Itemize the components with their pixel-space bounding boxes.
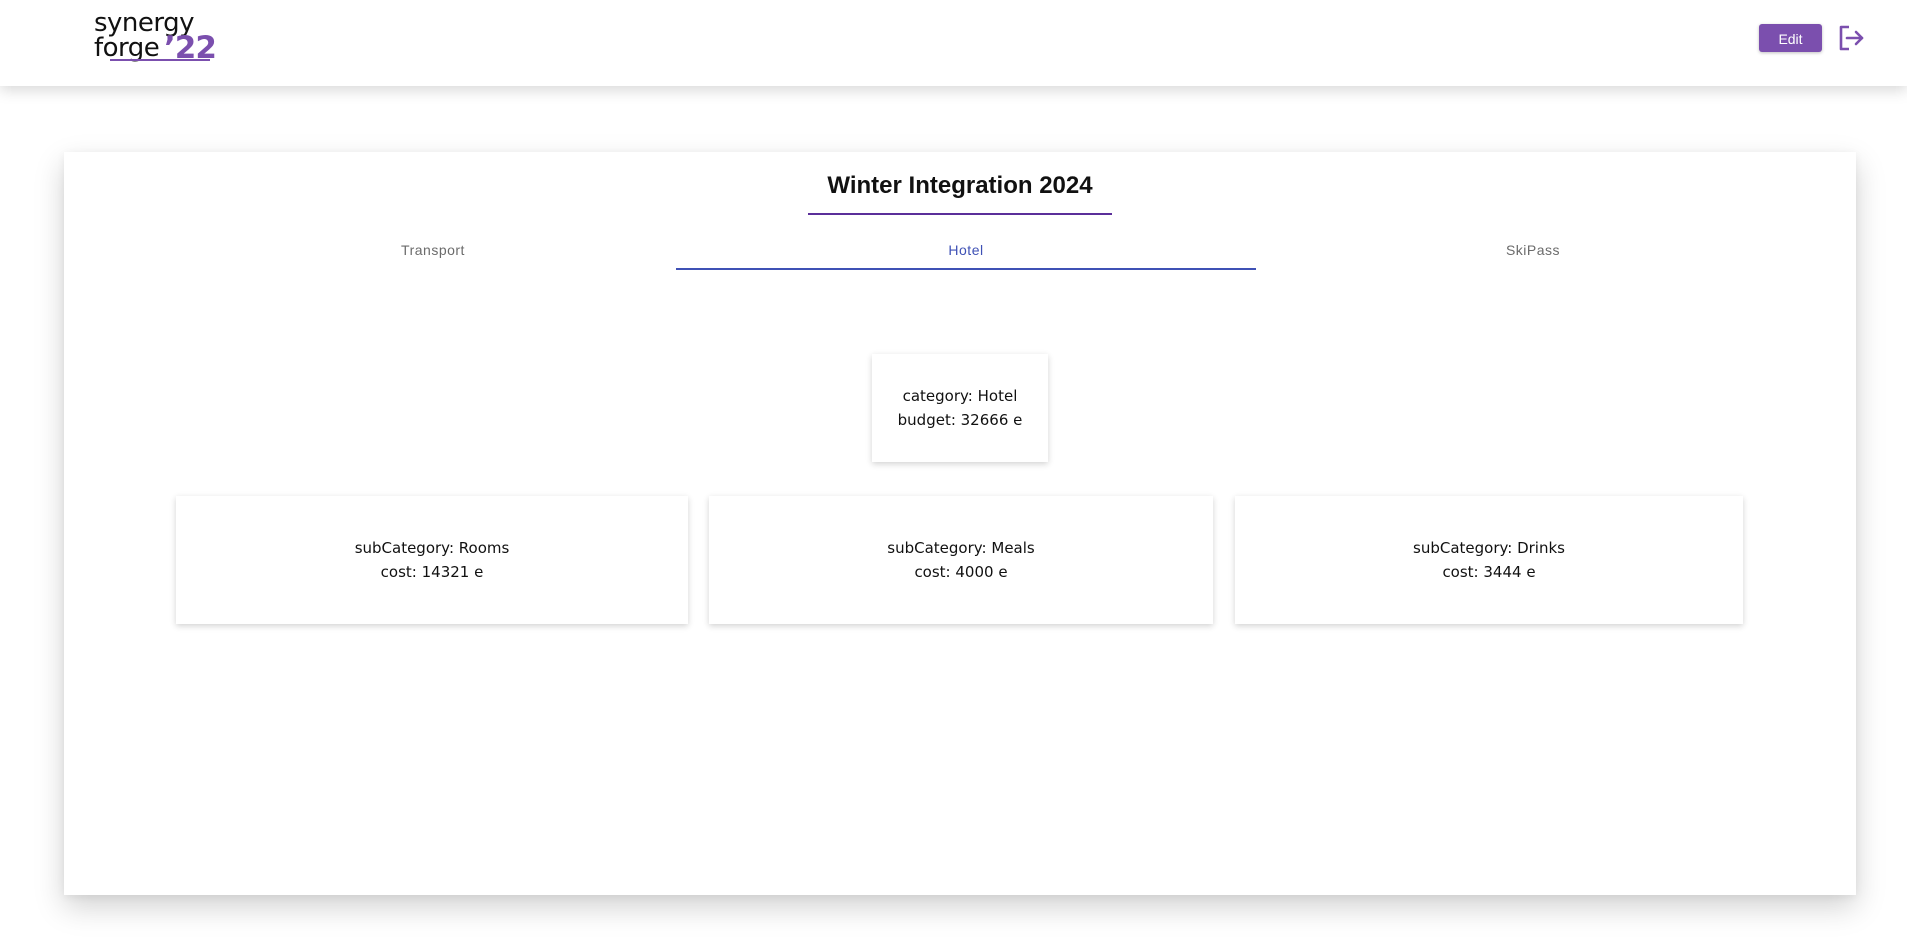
active-tab-indicator (676, 268, 1256, 270)
top-bar: synergy forge ’22 Edit (0, 0, 1907, 86)
edit-button[interactable]: Edit (1759, 24, 1822, 52)
logout-icon[interactable] (1837, 24, 1865, 52)
subcategory-label: subCategory: Drinks (1413, 539, 1565, 557)
tab-hotel[interactable]: Hotel (676, 234, 1256, 270)
logo-underline (110, 59, 210, 61)
tab-transport[interactable]: Transport (160, 234, 706, 270)
subcategory-label: subCategory: Meals (887, 539, 1035, 557)
subcategory-label: subCategory: Rooms (354, 539, 510, 557)
subcategory-card-drinks: subCategory: Drinks cost: 3444 e (1235, 496, 1743, 624)
title-underline (808, 213, 1112, 215)
cost-label: cost: 14321 e (380, 563, 484, 581)
cost-label: cost: 3444 e (1442, 563, 1536, 581)
synergy-forge-logo[interactable]: synergy forge ’22 (94, 8, 222, 64)
subcategory-card-rooms: subCategory: Rooms cost: 14321 e (176, 496, 688, 624)
logo-line-2: forge (94, 33, 160, 63)
logout-icon-svg (1839, 25, 1864, 51)
page-title: Winter Integration 2024 (827, 172, 1093, 199)
cost-label: cost: 4000 e (914, 563, 1008, 581)
budget-label: budget: 32666 e (897, 411, 1023, 429)
category-card: category: Hotel budget: 32666 e (872, 354, 1048, 462)
tab-skipass[interactable]: SkiPass (1254, 234, 1812, 270)
category-label: category: Hotel (902, 387, 1018, 405)
subcategory-card-meals: subCategory: Meals cost: 4000 e (709, 496, 1213, 624)
event-card: Winter Integration 2024 Transport Hotel … (64, 152, 1856, 895)
